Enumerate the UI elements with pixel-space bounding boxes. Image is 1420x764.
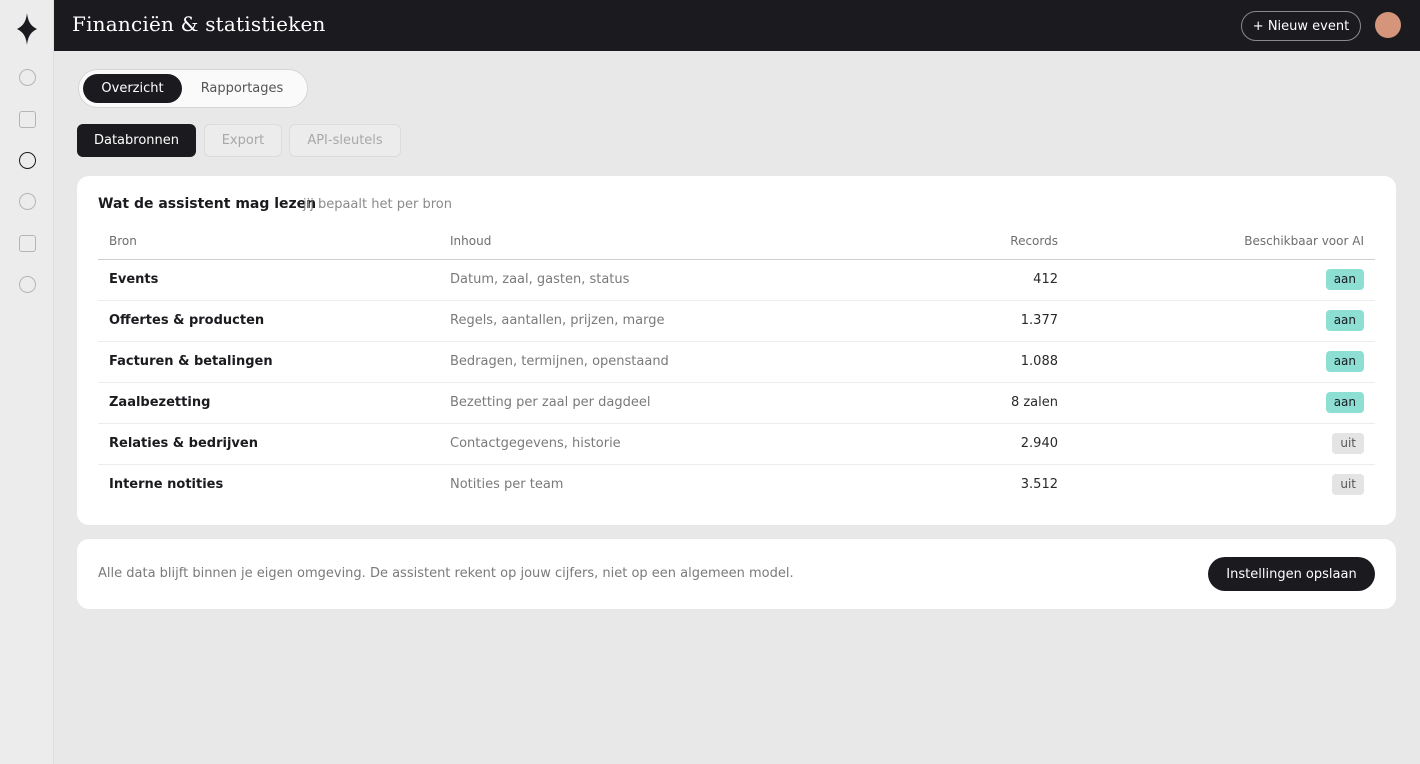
row-records: 2.940 (819, 423, 1069, 465)
row-content: Regels, aantallen, prijzen, marge (439, 300, 819, 342)
avatar[interactable] (1375, 12, 1401, 38)
column-header-bron: Bron (98, 223, 439, 260)
row-source: Offertes & producten (98, 300, 439, 342)
ai-toggle-badge[interactable]: aan (1325, 310, 1364, 331)
ai-toggle-badge[interactable]: uit (1332, 474, 1364, 496)
column-header-records: Records (819, 223, 1069, 260)
save-settings-button[interactable]: Instellingen opslaan (1208, 557, 1375, 591)
nav-circle-icon-active[interactable] (19, 152, 36, 169)
nav-circle-icon[interactable] (19, 193, 36, 210)
row-source: Zaalbezetting (98, 382, 439, 424)
nav-square-icon[interactable] (19, 111, 36, 128)
ai-toggle-badge[interactable]: uit (1332, 433, 1364, 454)
new-event-button[interactable]: + Nieuw event (1241, 11, 1361, 41)
table-row: Events Datum, zaal, gasten, status 412 a… (98, 259, 1375, 301)
privacy-note: Alle data blijft binnen je eigen omgevin… (98, 566, 794, 581)
view-switch: Overzicht Rapportages (78, 69, 308, 108)
page-title: Financiën & statistieken (72, 12, 326, 36)
card-title: Wat de assistent mag lezen (98, 196, 317, 212)
column-header-beschikbaar: Beschikbaar voor AI (1069, 223, 1375, 260)
logo-icon[interactable] (17, 13, 37, 45)
row-content: Bedragen, termijnen, openstaand (439, 341, 819, 383)
ai-toggle-badge[interactable]: aan (1325, 351, 1364, 372)
table-row: Relaties & bedrijven Contactgegevens, hi… (98, 423, 1375, 465)
tab-api-sleutels[interactable]: API-sleutels (289, 124, 401, 157)
row-records: 1.088 (819, 341, 1069, 383)
nav-circle-icon[interactable] (19, 69, 36, 86)
column-header-inhoud: Inhoud (439, 223, 819, 260)
card-subtitle: jij bepaalt het per bron (303, 197, 452, 212)
data-sources-card: Wat de assistent mag lezen jij bepaalt h… (77, 176, 1396, 525)
row-content: Bezetting per zaal per dagdeel (439, 382, 819, 424)
row-content: Notities per team (450, 477, 564, 493)
row-records: 412 (819, 259, 1069, 301)
ai-toggle-badge[interactable]: aan (1325, 392, 1364, 413)
row-source: Facturen & betalingen (98, 341, 439, 383)
tab-rapportages[interactable]: Rapportages (185, 74, 299, 103)
row-records: 8 zalen (819, 382, 1069, 424)
top-bar: Financiën & statistieken + Nieuw event (54, 0, 1420, 51)
table-row: Offertes & producten Regels, aantallen, … (98, 300, 1375, 342)
row-content: Contactgegevens, historie (439, 423, 819, 465)
tab-overzicht[interactable]: Overzicht (83, 74, 182, 103)
table-row: Interne notities Notities per team 3.512… (98, 464, 1375, 505)
data-sources-table: Bron Inhoud Records Beschikbaar voor AI … (98, 223, 1375, 505)
row-records: 1.377 (819, 300, 1069, 342)
row-records: 3.512 (1020, 477, 1058, 493)
footer-card: Alle data blijft binnen je eigen omgevin… (77, 539, 1396, 609)
ai-toggle-badge[interactable]: aan (1325, 269, 1364, 290)
row-source: Relaties & bedrijven (98, 423, 439, 465)
table-row: Facturen & betalingen Bedragen, termijne… (98, 341, 1375, 383)
table-header-row: Bron Inhoud Records Beschikbaar voor AI (98, 223, 1375, 260)
nav-square-icon[interactable] (19, 235, 36, 252)
nav-circle-icon[interactable] (19, 276, 36, 293)
tab-export[interactable]: Export (204, 124, 282, 157)
table-row: Zaalbezetting Bezetting per zaal per dag… (98, 382, 1375, 424)
row-content: Datum, zaal, gasten, status (439, 259, 819, 301)
row-source: Interne notities (109, 477, 224, 493)
row-source: Events (98, 259, 439, 301)
sidebar (0, 0, 54, 764)
tab-databronnen[interactable]: Databronnen (77, 124, 196, 157)
